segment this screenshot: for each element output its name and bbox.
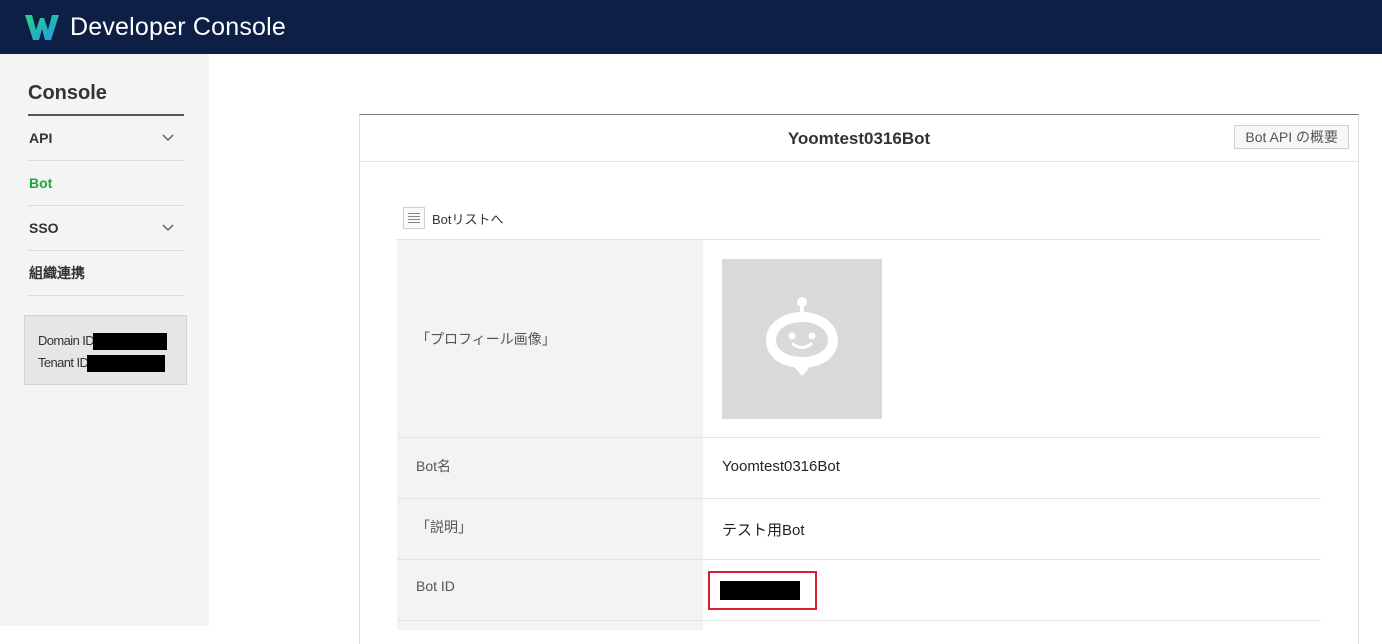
bot-name-value: Yoomtest0316Bot [722,458,840,475]
top-header: Developer Console [0,0,1382,54]
app-title: Developer Console [70,12,287,41]
tenant-id-row: Tenant ID : [38,352,186,374]
sidebar-item-label: 組織連携 [29,265,85,281]
bot-id-highlight [708,570,817,610]
tenant-id-label: Tenant ID : [38,355,95,370]
bot-name-row: Bot名 Yoomtest0316Bot [397,437,1321,498]
redacted-domain-id [93,332,168,350]
bot-face-icon [766,296,838,376]
back-to-bot-list-label: Botリストへ [432,211,504,227]
bot-title: Yoomtest0316Bot [787,129,931,148]
chevron-down-icon [162,224,174,231]
redacted-tenant-id [87,354,166,372]
sidebar-menu: API Bot SSO 組織連携 [28,116,184,296]
bot-detail-panel: Yoomtest0316Bot Bot API の概要 Botリストへ 「プロフ… [359,114,1359,644]
sidebar-item-label: Bot [29,175,53,191]
description-label: 「説明」 [397,499,703,559]
bot-name-label: Bot名 [397,438,703,498]
bot-id-cell [703,560,1321,620]
bot-id-label: Bot ID [397,560,703,620]
description-value: テスト用Bot [722,522,805,539]
sidebar-title: Console [28,82,107,104]
sidebar-item-label: SSO [29,220,59,236]
domain-id-label: Domain ID : [38,333,101,348]
bot-api-overview-button[interactable]: Bot API の概要 [1234,125,1349,149]
next-row-edge [397,620,1321,630]
sidebar-item-label: API [29,130,53,146]
bot-avatar[interactable] [722,258,882,419]
profile-image-label: 「プロフィール画像」 [397,240,703,437]
domain-id-row: Domain ID : [38,330,186,352]
tenant-info-box: Domain ID : Tenant ID : [24,315,187,385]
description-row: 「説明」 テスト用Bot [397,498,1321,559]
sidebar: Console API Bot SSO 組織連携 Domain ID : Ten… [0,54,209,626]
profile-image-row: 「プロフィール画像」 [397,239,1321,437]
profile-image-cell [703,240,1321,437]
bot-detail-table: 「プロフィール画像」 Bot名 Yoomtest0316Bot 「説明」 テスト… [397,239,1321,630]
sidebar-item-api[interactable]: API [28,116,184,161]
sidebar-item-bot[interactable]: Bot [28,161,184,206]
list-icon [403,207,425,229]
sidebar-item-sso[interactable]: SSO [28,206,184,251]
panel-header: Yoomtest0316Bot Bot API の概要 [360,115,1358,162]
sidebar-item-org-link[interactable]: 組織連携 [28,251,184,296]
bot-id-row: Bot ID [397,559,1321,620]
redacted-bot-id [720,580,800,600]
works-logo-icon[interactable] [24,12,60,42]
back-to-bot-list-link[interactable]: Botリストへ [403,207,504,229]
chevron-down-icon [162,134,174,141]
